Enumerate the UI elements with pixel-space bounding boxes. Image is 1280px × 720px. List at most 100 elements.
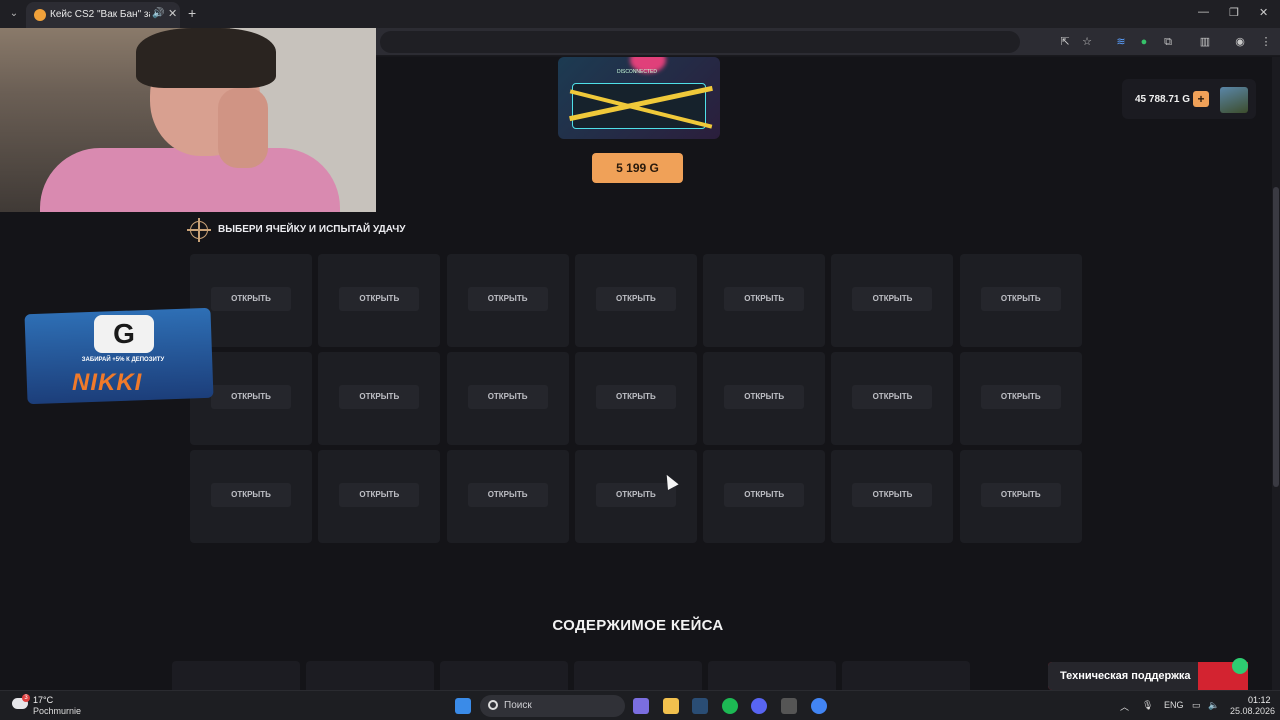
grid-cell[interactable]: ОТКРЫТЬ xyxy=(831,352,954,445)
content-item-card[interactable] xyxy=(306,661,434,690)
balance-widget: 45 788.71 G + xyxy=(1122,79,1256,119)
open-cell-button[interactable]: ОТКРЫТЬ xyxy=(339,287,420,311)
menu-kebab-icon[interactable]: ⋮ xyxy=(1259,35,1273,49)
open-cell-button[interactable]: ОТКРЫТЬ xyxy=(595,483,676,507)
grid-cell[interactable]: ОТКРЫТЬ xyxy=(831,254,954,347)
open-cell-button[interactable]: ОТКРЫТЬ xyxy=(724,385,805,409)
search-icon xyxy=(488,700,498,710)
open-cell-button[interactable]: ОТКРЫТЬ xyxy=(724,287,805,311)
obs-icon[interactable] xyxy=(781,698,797,714)
extension-wave-icon[interactable]: ≋ xyxy=(1114,35,1128,49)
volume-icon[interactable]: 🔈 xyxy=(1208,700,1219,711)
maximize-button[interactable]: ❐ xyxy=(1229,6,1239,19)
weather-description[interactable]: Pochmurnie xyxy=(33,706,81,716)
grid-cell[interactable]: ОТКРЫТЬ xyxy=(318,352,441,445)
contents-title: СОДЕРЖИМОЕ КЕЙСА xyxy=(552,617,724,634)
language-indicator[interactable]: ENG xyxy=(1164,700,1184,710)
webcam-person-shirt xyxy=(40,148,340,212)
start-icon[interactable] xyxy=(455,698,471,714)
promo-name: NIKKI xyxy=(72,369,143,396)
tray-chevron-up-icon[interactable]: ︿ xyxy=(1120,700,1129,713)
file-explorer-icon[interactable] xyxy=(663,698,679,714)
open-cell-button[interactable]: ОТКРЫТЬ xyxy=(467,385,548,409)
grid-cell[interactable]: ОТКРЫТЬ xyxy=(703,254,826,347)
grid-cell[interactable]: ОТКРЫТЬ xyxy=(959,450,1082,543)
address-bar[interactable] xyxy=(380,31,1020,53)
favicon-icon xyxy=(34,9,46,21)
online-status-icon xyxy=(1232,658,1248,674)
spotify-icon[interactable] xyxy=(722,698,738,714)
taskbar: 3 17°C Pochmurnie Поиск ︿ 🎙 ENG ▭ 🔈 01:1… xyxy=(0,690,1280,720)
open-cell-button[interactable]: ОТКРЫТЬ xyxy=(852,385,933,409)
grid-cell[interactable]: ОТКРЫТЬ xyxy=(574,254,697,347)
open-cell-button[interactable]: ОТКРЫТЬ xyxy=(211,483,291,507)
open-cell-button[interactable]: ОТКРЫТЬ xyxy=(467,483,548,507)
steam-icon[interactable] xyxy=(692,698,708,714)
teams-icon[interactable] xyxy=(633,698,649,714)
open-cell-button[interactable]: ОТКРЫТЬ xyxy=(595,287,676,311)
grid-cell[interactable]: ОТКРЫТЬ xyxy=(446,254,569,347)
sidepanel-icon[interactable]: ▥ xyxy=(1198,35,1212,49)
open-cell-button[interactable]: ОТКРЫТЬ xyxy=(980,287,1061,311)
grid-cell[interactable]: ОТКРЫТЬ xyxy=(190,450,312,543)
open-case-price-button[interactable]: 5 199 G xyxy=(592,153,683,183)
webcam-person-hand xyxy=(218,88,268,168)
content-item-card[interactable] xyxy=(440,661,568,690)
extensions-puzzle-icon[interactable]: ⧉ xyxy=(1161,35,1175,49)
open-cell-button[interactable]: ОТКРЫТЬ xyxy=(339,385,420,409)
clock-time[interactable]: 01:12 xyxy=(1248,695,1271,705)
scrollbar-thumb[interactable] xyxy=(1273,187,1279,487)
grid-cell[interactable]: ОТКРЫТЬ xyxy=(703,352,826,445)
close-window-button[interactable]: ✕ xyxy=(1259,6,1268,19)
grid-cell[interactable]: ОТКРЫТЬ xyxy=(703,450,826,543)
open-cell-button[interactable]: ОТКРЫТЬ xyxy=(339,483,420,507)
discord-icon[interactable] xyxy=(751,698,767,714)
speaker-icon[interactable]: 🔊 xyxy=(152,8,164,19)
case-art-caption: DISCONNECTED xyxy=(616,69,657,75)
open-cell-button[interactable]: ОТКРЫТЬ xyxy=(724,483,805,507)
minimize-button[interactable]: — xyxy=(1198,6,1209,18)
extension-green-icon[interactable]: ● xyxy=(1137,35,1151,49)
open-cell-button[interactable]: ОТКРЫТЬ xyxy=(852,287,933,311)
content-item-card[interactable] xyxy=(574,661,702,690)
grid-cell[interactable]: ОТКРЫТЬ xyxy=(318,254,441,347)
grid-cell[interactable]: ОТКРЫТЬ xyxy=(446,450,569,543)
taskbar-search[interactable]: Поиск xyxy=(480,695,625,717)
add-funds-button[interactable]: + xyxy=(1193,91,1209,107)
open-cell-button[interactable]: ОТКРЫТЬ xyxy=(852,483,933,507)
bookmark-star-icon[interactable]: ☆ xyxy=(1080,35,1094,49)
clock-date[interactable]: 25.08.2026 xyxy=(1230,706,1275,716)
network-icon[interactable]: ▭ xyxy=(1192,700,1201,711)
grid-cell[interactable]: ОТКРЫТЬ xyxy=(318,450,441,543)
grid-cell[interactable]: ОТКРЫТЬ xyxy=(831,450,954,543)
grid-cell[interactable]: ОТКРЫТЬ xyxy=(959,254,1082,347)
new-tab-button[interactable]: + xyxy=(188,5,196,21)
tab-title: Кейс CS2 "Вак Бан" за 519 xyxy=(50,9,150,20)
tab-search-icon[interactable]: ⌄ xyxy=(6,6,22,22)
grid-cell[interactable]: ОТКРЫТЬ xyxy=(446,352,569,445)
scrollbar[interactable] xyxy=(1272,57,1280,690)
grid-cell[interactable]: ОТКРЫТЬ xyxy=(959,352,1082,445)
grid-cell[interactable]: ОТКРЫТЬ xyxy=(574,450,697,543)
balance-amount: 45 788.71 G xyxy=(1135,94,1191,105)
install-app-icon[interactable]: ⇱ xyxy=(1058,35,1072,49)
crosshair-icon xyxy=(187,218,211,242)
content-item-card[interactable] xyxy=(708,661,836,690)
avatar[interactable] xyxy=(1220,87,1248,113)
content-item-card[interactable] xyxy=(842,661,970,690)
weather-badge: 3 xyxy=(22,694,30,702)
open-cell-button[interactable]: ОТКРЫТЬ xyxy=(467,287,548,311)
open-cell-button[interactable]: ОТКРЫТЬ xyxy=(595,385,676,409)
webcam-person-hair xyxy=(136,28,276,88)
support-button[interactable]: Техническая поддержка xyxy=(1048,658,1248,690)
chrome-icon[interactable] xyxy=(811,698,827,714)
open-cell-button[interactable]: ОТКРЫТЬ xyxy=(980,385,1061,409)
grid-cell[interactable]: ОТКРЫТЬ xyxy=(574,352,697,445)
open-cell-button[interactable]: ОТКРЫТЬ xyxy=(980,483,1061,507)
close-tab-icon[interactable]: ✕ xyxy=(168,7,177,20)
browser-tab[interactable]: Кейс CS2 "Вак Бан" за 519 🔊 ✕ xyxy=(26,2,180,28)
weather-temperature[interactable]: 17°C xyxy=(33,695,53,705)
profile-icon[interactable]: ◉ xyxy=(1233,35,1247,49)
content-item-card[interactable] xyxy=(172,661,300,690)
microphone-icon[interactable]: 🎙 xyxy=(1142,700,1153,711)
